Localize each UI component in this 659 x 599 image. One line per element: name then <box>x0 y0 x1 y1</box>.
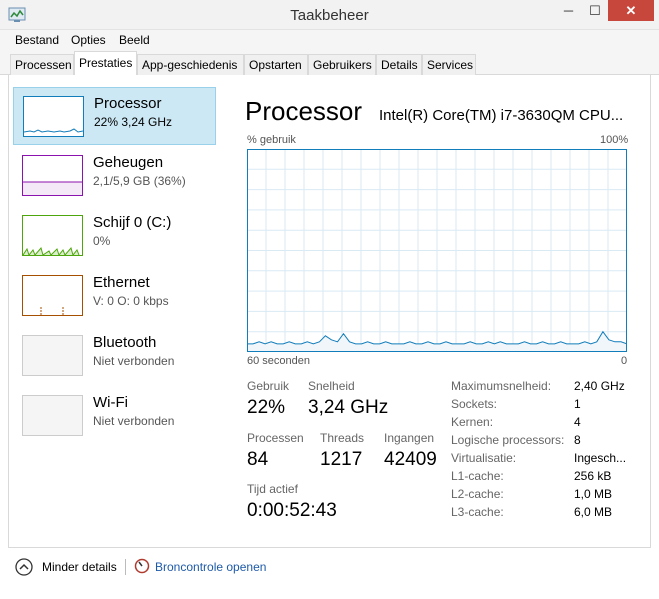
speed-label: Snelheid <box>308 379 355 393</box>
tab-processen[interactable]: Processen <box>10 54 74 75</box>
spec-value: 8 <box>574 433 581 447</box>
usage-value: 22% <box>247 397 286 418</box>
spec-value: 256 kB <box>574 469 612 483</box>
menu-bar: Bestand Opties Beeld <box>0 30 659 50</box>
axis-max: 100% <box>600 134 629 146</box>
resource-monitor-icon[interactable] <box>134 558 150 574</box>
resource-detail: 2,1/5,9 GB (36%) <box>93 174 186 188</box>
menu-bestand[interactable]: Bestand <box>15 33 59 47</box>
spec-label: Kernen: <box>451 415 494 429</box>
threads-value: 1217 <box>320 449 363 470</box>
close-button[interactable]: ✕ <box>608 0 654 21</box>
processor-mini-graph <box>23 128 84 133</box>
resource-name: Wi-Fi <box>93 394 128 411</box>
chevron-up-icon[interactable] <box>15 558 33 576</box>
spec-value: 6,0 MB <box>574 505 613 519</box>
ethernet-thumbnail <box>22 275 83 316</box>
resource-name: Geheugen <box>93 154 164 171</box>
uptime-value: 0:00:52:43 <box>247 500 337 521</box>
performance-content: Processor 22% 3,24 GHz Geheugen 2,1/5,9 … <box>8 75 651 548</box>
time-end-label: 0 <box>621 355 628 367</box>
wifi-thumbnail <box>22 395 83 436</box>
spec-value: 1,0 MB <box>574 487 613 501</box>
spec-label: Sockets: <box>451 397 498 411</box>
threads-label: Threads <box>320 431 365 445</box>
tab-bar: Processen Prestaties App-geschiedenis Op… <box>0 50 659 76</box>
tab-details[interactable]: Details <box>376 54 422 75</box>
spec-label: L3-cache: <box>451 505 504 519</box>
resource-detail: Niet verbonden <box>93 354 175 368</box>
resource-wifi[interactable]: Wi-Fi Niet verbonden <box>13 387 216 445</box>
spec-label: Maximumsnelheid: <box>451 379 552 393</box>
resource-detail: 0% <box>93 234 111 248</box>
resource-name: Ethernet <box>93 274 150 291</box>
tab-gebruikers[interactable]: Gebruikers <box>308 54 376 75</box>
maximize-button[interactable]: ☐ <box>582 0 608 21</box>
fewer-details-link[interactable]: Minder details <box>42 560 117 574</box>
tab-app-geschiedenis[interactable]: App-geschiedenis <box>137 54 244 75</box>
resource-detail: 22% 3,24 GHz <box>94 115 173 129</box>
title-bar: Taakbeheer ─ ☐ ✕ <box>0 0 659 30</box>
spec-label: L2-cache: <box>451 487 504 501</box>
spec-value: Ingesch... <box>574 451 627 465</box>
resource-name: Schijf 0 (C:) <box>93 214 172 231</box>
tab-services[interactable]: Services <box>422 54 476 75</box>
handles-label: Ingangen <box>384 431 435 445</box>
spec-value: 4 <box>574 415 581 429</box>
disk-mini-graph <box>22 246 80 257</box>
footer-divider <box>125 559 126 575</box>
resource-memory[interactable]: Geheugen 2,1/5,9 GB (36%) <box>13 147 216 205</box>
memory-mini-graph <box>23 181 82 195</box>
resource-detail: V: 0 O: 0 kbps <box>93 294 169 308</box>
tab-prestaties[interactable]: Prestaties <box>74 51 137 76</box>
panel-title: Processor <box>245 96 363 126</box>
uptime-label: Tijd actief <box>247 482 298 496</box>
menu-beeld[interactable]: Beeld <box>119 33 150 47</box>
spec-value: 1 <box>574 397 581 411</box>
axis-label: % gebruik <box>247 134 296 146</box>
spec-value: 2,40 GHz <box>574 379 625 393</box>
time-span-label: 60 seconden <box>247 355 310 367</box>
speed-value: 3,24 GHz <box>308 397 389 418</box>
disk-thumbnail <box>22 215 83 257</box>
spec-label: Virtualisatie: <box>451 451 517 465</box>
resource-disk[interactable]: Schijf 0 (C:) 0% <box>13 207 216 265</box>
resource-name: Processor <box>94 95 162 112</box>
handles-value: 42409 <box>384 449 437 470</box>
resource-detail: Niet verbonden <box>93 414 175 428</box>
processor-thumbnail <box>23 96 84 137</box>
memory-thumbnail <box>22 155 83 196</box>
spec-label: Logische processors: <box>451 433 565 447</box>
cpu-model: Intel(R) Core(TM) i7-3630QM CPU... <box>379 107 624 124</box>
minimize-button[interactable]: ─ <box>555 0 582 21</box>
menu-opties[interactable]: Opties <box>71 33 106 47</box>
resource-name: Bluetooth <box>93 334 157 351</box>
footer: Minder details Broncontrole openen <box>0 548 659 599</box>
bluetooth-thumbnail <box>22 335 83 376</box>
open-resource-monitor-link[interactable]: Broncontrole openen <box>155 560 266 574</box>
usage-label: Gebruik <box>247 379 290 393</box>
ethernet-mini-graph <box>40 306 64 315</box>
spec-label: L1-cache: <box>451 469 504 483</box>
resource-processor[interactable]: Processor 22% 3,24 GHz <box>13 87 216 145</box>
processes-value: 84 <box>247 449 269 470</box>
resource-ethernet[interactable]: Ethernet V: 0 O: 0 kbps <box>13 267 216 325</box>
resource-bluetooth[interactable]: Bluetooth Niet verbonden <box>13 327 216 385</box>
tab-opstarten[interactable]: Opstarten <box>244 54 308 75</box>
processes-label: Processen <box>247 431 304 445</box>
cpu-usage-graph <box>247 149 627 352</box>
